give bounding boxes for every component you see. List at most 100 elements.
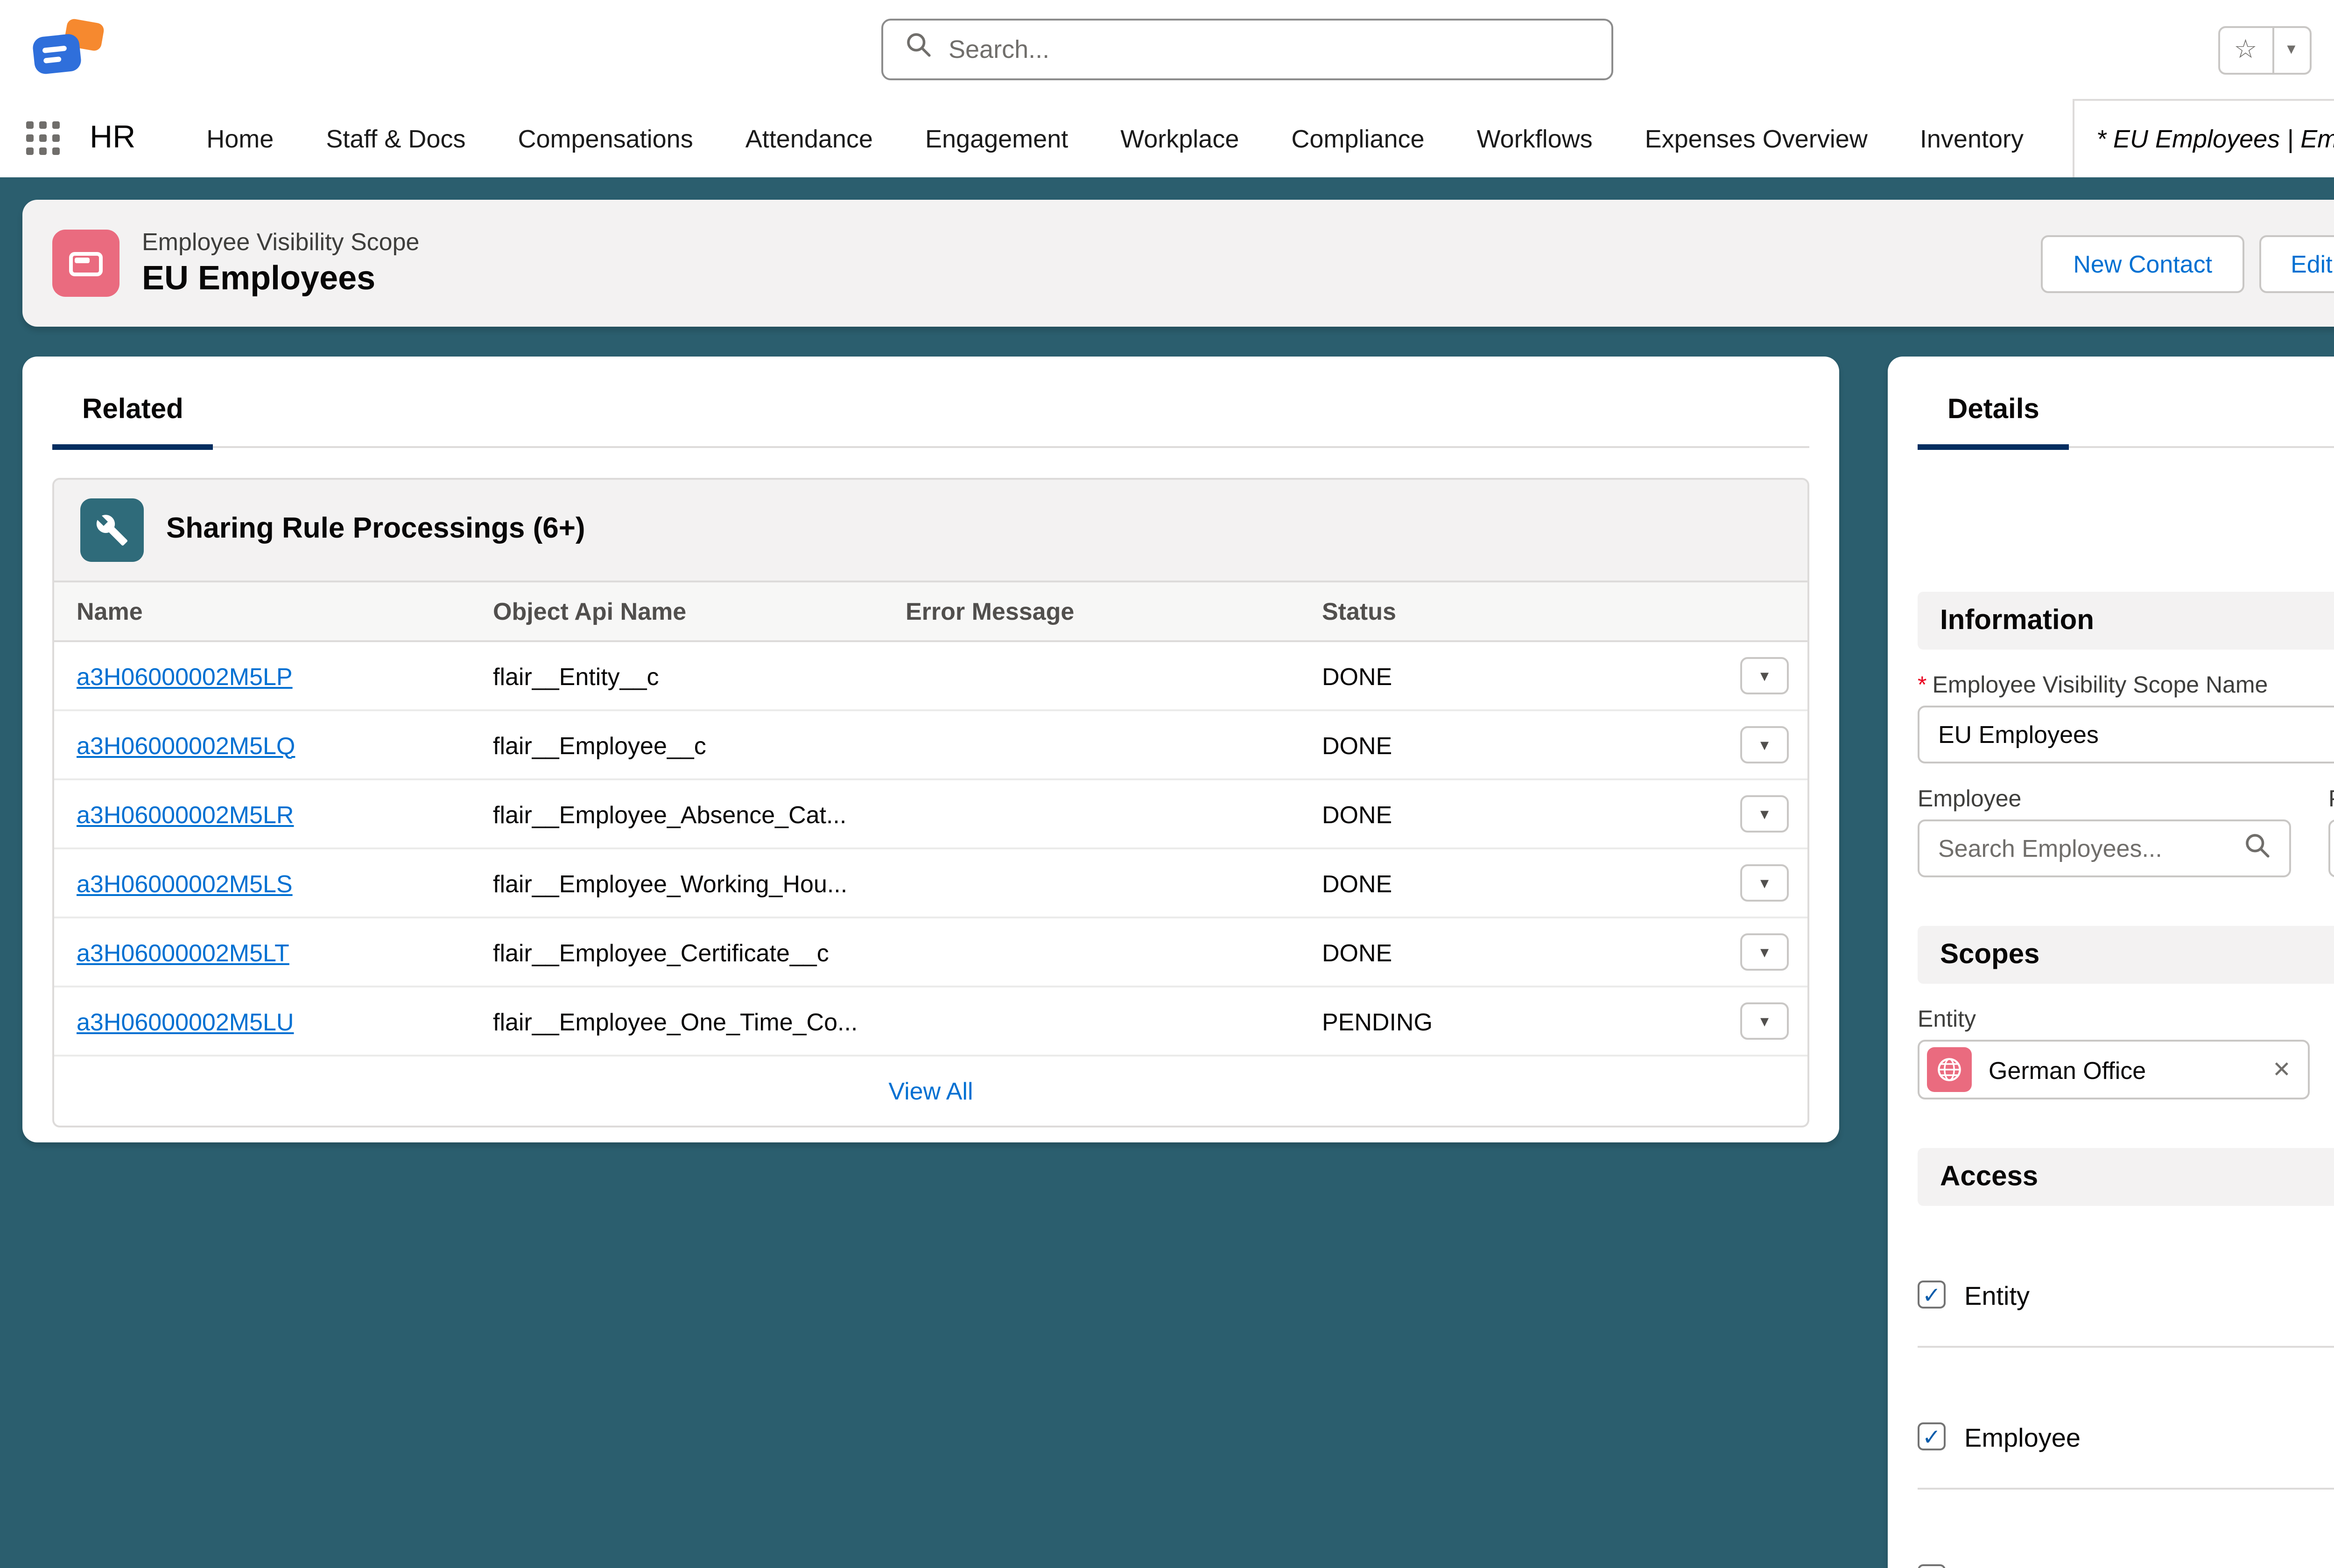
- table-header-row: Name Object Api Name Error Message Statu…: [54, 582, 1807, 641]
- employee-search-input[interactable]: [1938, 834, 2244, 862]
- edit-button[interactable]: Edit: [2259, 234, 2334, 292]
- entity-pill-label: German Office: [1989, 1056, 2146, 1084]
- nav-tab-workflows[interactable]: Workflows: [1451, 99, 1619, 177]
- row-actions-chevron-button[interactable]: ▾: [1740, 657, 1789, 694]
- employee-access-checkbox[interactable]: ✓: [1918, 1422, 1946, 1450]
- active-record-tab[interactable]: * EU Employees | Employe... ▾ ✕: [2072, 99, 2334, 177]
- tab-details[interactable]: Details: [1918, 386, 2069, 450]
- favorites-button[interactable]: ☆ ▾: [2217, 25, 2311, 74]
- record-link[interactable]: a3H06000002M5LS: [77, 869, 293, 897]
- error-message-cell: [883, 779, 1300, 848]
- nav-tab-engagement[interactable]: Engagement: [899, 99, 1094, 177]
- search-icon: [906, 32, 932, 67]
- sharing-rule-processings-card: Sharing Rule Processings (6+) Name Objec…: [52, 478, 1809, 1127]
- nav-tabs: Home Staff & Docs Compensations Attendan…: [180, 99, 2334, 177]
- nav-tab-inventory[interactable]: Inventory: [1894, 99, 2050, 177]
- error-message-cell: [883, 987, 1300, 1056]
- object-api-name-cell: flair__Employee_Certificate__c: [471, 917, 883, 987]
- object-api-name-cell: flair__Employee__c: [471, 710, 883, 779]
- record-link[interactable]: a3H06000002M5LT: [77, 938, 289, 966]
- favorites-star-icon[interactable]: ☆: [2219, 27, 2271, 72]
- nav-tab-staff-docs[interactable]: Staff & Docs: [300, 99, 492, 177]
- tab-related[interactable]: Related: [52, 386, 213, 450]
- entity-label: Entity: [1918, 1006, 2334, 1032]
- employee-label: Employee: [1918, 786, 2291, 812]
- row-actions-chevron-button[interactable]: ▾: [1740, 726, 1789, 763]
- column-header-name[interactable]: Name: [54, 582, 471, 641]
- row-actions-chevron-button[interactable]: ▾: [1740, 864, 1789, 902]
- related-list-header: Sharing Rule Processings (6+): [54, 480, 1807, 582]
- access-row-employee: ✓ Employee Access Level Read/Write ▾: [1918, 1348, 2334, 1490]
- page-title: EU Employees: [142, 259, 420, 299]
- error-message-cell: [883, 710, 1300, 779]
- active-record-tab-label: * EU Employees | Employe...: [2096, 125, 2334, 153]
- entity-pill[interactable]: German Office ✕: [1918, 1040, 2310, 1099]
- app-navigation-bar: HR Home Staff & Docs Compensations Atten…: [0, 99, 2334, 177]
- console-background: Employee Visibility Scope EU Employees N…: [0, 177, 2334, 1568]
- public-group-select[interactable]: Europe Group ▾: [2328, 819, 2334, 877]
- object-api-name-cell: flair__Employee_Working_Hou...: [471, 848, 883, 917]
- record-type-label: Employee Visibility Scope: [142, 228, 420, 256]
- row-actions-chevron-button[interactable]: ▾: [1740, 795, 1789, 833]
- remove-entity-icon[interactable]: ✕: [2272, 1057, 2291, 1083]
- access-row-employee-absence-category: ✓ Employee Absence Category Access Level…: [1918, 1490, 2334, 1568]
- record-link[interactable]: a3H06000002M5LU: [77, 1007, 294, 1035]
- employee-visibility-scope-icon: [52, 230, 120, 297]
- access-row-entity: ✓ Entity Access Level Read/Write ▾: [1918, 1206, 2334, 1348]
- nav-tab-home[interactable]: Home: [180, 99, 300, 177]
- nav-tab-compliance[interactable]: Compliance: [1265, 99, 1450, 177]
- column-header-actions: [1718, 582, 1807, 641]
- column-header-error-message[interactable]: Error Message: [883, 582, 1300, 641]
- object-api-name-cell: flair__Employee_One_Time_Co...: [471, 987, 883, 1056]
- column-header-status[interactable]: Status: [1300, 582, 1718, 641]
- status-cell: DONE: [1300, 779, 1718, 848]
- status-cell: DONE: [1300, 848, 1718, 917]
- wrench-icon: [80, 498, 144, 562]
- table-row: a3H06000002M5LT flair__Employee_Certific…: [54, 917, 1807, 987]
- details-panel: Details Re-Calculate Visibility Informat…: [1888, 357, 2334, 1568]
- view-all-link[interactable]: View All: [888, 1077, 973, 1105]
- column-header-object-api-name[interactable]: Object Api Name: [471, 582, 883, 641]
- record-content-row: Related Sharing Rule Processings (6+): [22, 357, 2334, 1568]
- app-launcher-icon[interactable]: [26, 121, 60, 155]
- required-asterisk: *: [1918, 672, 1927, 698]
- employee-search-field[interactable]: [1918, 819, 2291, 877]
- scope-name-label: * Employee Visibility Scope Name: [1918, 672, 2334, 698]
- global-header: ☆ ▾ ?: [0, 0, 2334, 99]
- nav-tab-expenses-overview[interactable]: Expenses Overview: [1619, 99, 1894, 177]
- app-window: ☆ ▾ ?: [0, 0, 2334, 1568]
- error-message-cell: [883, 641, 1300, 710]
- record-link[interactable]: a3H06000002M5LP: [77, 662, 293, 690]
- status-cell: DONE: [1300, 917, 1718, 987]
- new-contact-button[interactable]: New Contact: [2041, 234, 2244, 292]
- related-panel: Related Sharing Rule Processings (6+): [22, 357, 1839, 1142]
- nav-tab-attendance[interactable]: Attendance: [719, 99, 899, 177]
- record-actions: New Contact Edit New Opportunity ▾: [2041, 234, 2334, 292]
- app-logo[interactable]: [26, 14, 120, 85]
- record-link[interactable]: a3H06000002M5LR: [77, 800, 294, 828]
- row-actions-chevron-button[interactable]: ▾: [1740, 1002, 1789, 1040]
- section-information: Information: [1918, 592, 2334, 650]
- object-api-name-cell: flair__Employee_Absence_Cat...: [471, 779, 883, 848]
- record-link[interactable]: a3H06000002M5LQ: [77, 731, 295, 759]
- nav-tab-workplace[interactable]: Workplace: [1094, 99, 1265, 177]
- table-row: a3H06000002M5LR flair__Employee_Absence_…: [54, 779, 1807, 848]
- employee-absence-category-access-checkbox[interactable]: ✓: [1918, 1564, 1946, 1568]
- related-tabs-row: Related: [52, 386, 1809, 448]
- row-actions-chevron-button[interactable]: ▾: [1740, 933, 1789, 971]
- scope-name-input[interactable]: [1938, 721, 2334, 749]
- favorites-chevron-icon[interactable]: ▾: [2271, 27, 2309, 72]
- table-row: a3H06000002M5LU flair__Employee_One_Time…: [54, 987, 1807, 1056]
- error-message-cell: [883, 917, 1300, 987]
- section-access: Access: [1918, 1148, 2334, 1206]
- scope-name-field[interactable]: [1918, 706, 2334, 763]
- status-cell: PENDING: [1300, 987, 1718, 1056]
- view-all-row: View All: [54, 1057, 1807, 1126]
- header-utilities: ☆ ▾ ?: [2217, 18, 2334, 81]
- sharing-rule-processings-table: Name Object Api Name Error Message Statu…: [54, 582, 1807, 1057]
- entity-access-checkbox[interactable]: ✓: [1918, 1281, 1946, 1309]
- global-search[interactable]: [881, 19, 1613, 80]
- nav-tab-compensations[interactable]: Compensations: [492, 99, 719, 177]
- global-search-input[interactable]: [949, 35, 1589, 63]
- related-list-title[interactable]: Sharing Rule Processings (6+): [166, 513, 585, 547]
